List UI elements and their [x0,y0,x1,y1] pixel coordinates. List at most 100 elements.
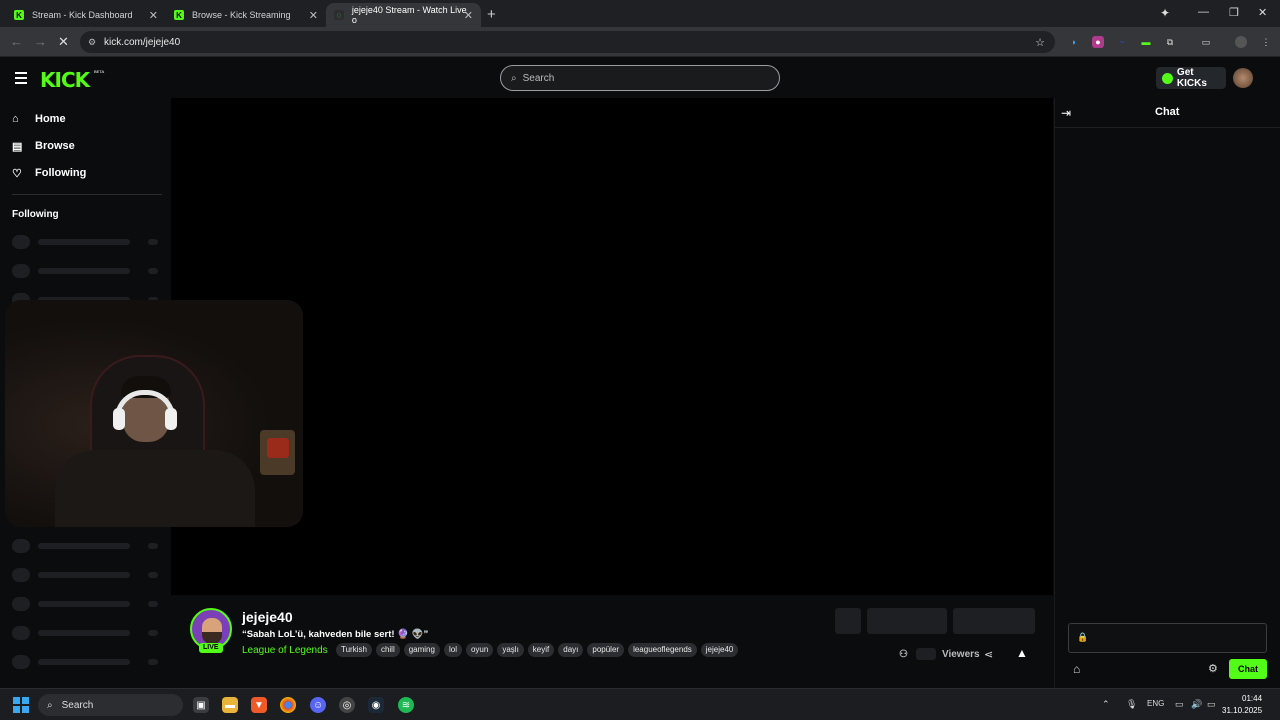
kick-logo[interactable]: KICK [40,68,90,92]
heart-icon: ♡ [12,167,22,180]
ai-sparkle-icon[interactable]: ✦ [1160,6,1170,20]
extension-blue-icon[interactable]: ◗ [1068,36,1080,48]
chat-message-input[interactable]: 🔒 [1068,623,1267,653]
tag[interactable]: lol [443,643,462,657]
language-indicator[interactable]: ENG [1147,699,1164,708]
chat-send-button[interactable]: Chat [1229,659,1267,679]
loading-skeleton-row [12,568,162,582]
bookmark-star-icon[interactable]: ☆ [1035,36,1045,49]
windows-taskbar: ⌕ Search ▣ ▬ ▼ ☺ ◎ ◉ ≋ ⌃ 🎙 ENG ▭ 🔊 ▭ 01:… [0,688,1280,720]
loading-button-placeholder [835,608,861,634]
tag[interactable]: yaşlı [497,643,524,657]
loading-skeleton-row [12,235,162,249]
viewers-icon: ⚇ [899,648,908,660]
tab-close-icon[interactable]: ✕ [149,9,158,22]
stop-loading-icon[interactable]: ✕ [58,34,69,50]
tab-kick-dashboard[interactable]: K Stream - Kick Dashboard ✕ [6,3,166,27]
extension-green-icon[interactable]: ▬ [1140,36,1152,48]
forward-icon[interactable]: → [34,34,47,49]
sidebar-item-home[interactable]: ⌂ Home [12,109,66,129]
tab-label: jejeje40 Stream - Watch Live o [351,5,467,25]
url-text: kick.com/jejeje40 [104,36,181,48]
tab-label: Stream - Kick Dashboard [32,10,133,20]
loading-skeleton-row [12,655,162,669]
spotify-icon[interactable]: ≋ [398,697,414,713]
beta-label: BETA [94,69,105,74]
get-kicks-button[interactable]: Get KICKs [1156,67,1226,89]
sidebar-item-label: Following [35,167,87,179]
tag[interactable]: chill [375,643,400,657]
volume-icon[interactable]: 🔊 [1191,699,1202,710]
browser-menu-icon[interactable]: ⋮ [1260,36,1272,48]
user-avatar[interactable] [1233,68,1253,88]
search-input[interactable]: ⌕ Search [500,65,780,91]
store-icon[interactable]: ⌂ [1073,662,1080,676]
tab-close-icon[interactable]: ✕ [464,9,473,22]
stream-title: “Sabah LoL’ü, kahveden bile sert! 🔮 👽” [242,629,429,640]
taskbar-clock[interactable]: 01:44 31.10.2025 [1222,693,1262,717]
brave-browser-icon[interactable]: ▼ [251,697,267,713]
channel-name[interactable]: jejeje40 [242,609,293,625]
following-section-title: Following [12,209,59,220]
obs-icon[interactable]: ◎ [339,697,355,713]
report-warning-icon[interactable]: ▲ [1016,646,1028,660]
sidebar-item-following[interactable]: ♡ Following [12,163,86,183]
tab-browse[interactable]: K Browse - Kick Streaming ✕ [166,3,326,27]
chat-settings-gear-icon[interactable]: ⚙ [1208,662,1218,675]
extension-dark-blue-icon[interactable]: ~ [1116,36,1128,48]
task-view-icon[interactable]: ▣ [193,697,209,713]
tag[interactable]: Turkish [336,643,372,657]
stream-category-link[interactable]: League of Legends [242,645,328,656]
tab-label: Browse - Kick Streaming [192,10,291,20]
tag[interactable]: dayı [558,643,584,657]
menu-hamburger-icon[interactable] [15,72,27,87]
battery-icon[interactable]: ▭ [1207,699,1216,710]
sidebar-item-browse[interactable]: ▤ Browse [12,136,75,156]
network-icon[interactable]: ▭ [1175,699,1184,710]
extension-pink-icon[interactable]: ● [1092,36,1104,48]
tab-jejeje40-stream[interactable]: ◌ jejeje40 Stream - Watch Live o ✕ [326,3,481,27]
discord-icon[interactable]: ☺ [310,697,326,713]
back-icon[interactable]: ← [10,34,23,49]
sidebar-item-label: Home [35,113,66,125]
microphone-icon[interactable]: 🎙 [1126,699,1137,710]
search-placeholder: Search [522,72,555,84]
profile-avatar-icon[interactable] [1235,36,1247,48]
channel-info: LIVE jejeje40 “Sabah LoL’ü, kahveden bil… [171,600,1053,688]
video-player[interactable] [171,98,1053,595]
chrome-icon[interactable] [280,697,296,713]
extensions-puzzle-icon[interactable]: ⧉ [1164,36,1176,48]
tag[interactable]: keyif [527,643,555,657]
tag[interactable]: oyun [465,643,494,657]
sidepanel-icon[interactable]: ▭ [1200,36,1212,48]
chat-title: Chat [1155,106,1180,118]
browse-icon: ▤ [12,140,23,153]
collapse-chat-icon[interactable]: ⇥ [1061,106,1071,120]
file-explorer-icon[interactable]: ▬ [222,697,238,713]
tag[interactable]: leagueoflegends [628,643,697,657]
loading-skeleton-row [12,597,162,611]
chat-header: ⇥ Chat [1055,98,1280,128]
site-info-icon[interactable]: ⚙ [88,37,96,48]
new-tab-icon[interactable]: + [487,6,496,23]
maximize-icon[interactable]: ❐ [1229,6,1239,19]
tag[interactable]: popüler [587,643,625,657]
url-input[interactable]: ⚙ kick.com/jejeje40 ☆ [80,31,1055,53]
get-kicks-label: Get KICKs [1176,67,1207,89]
search-icon: ⌕ [511,72,517,84]
sidebar-divider [12,194,162,195]
kick-favicon-icon: K [14,10,24,20]
steam-icon[interactable]: ◉ [368,697,384,713]
taskbar-search[interactable]: ⌕ Search [38,694,183,716]
tray-overflow-icon[interactable]: ⌃ [1102,699,1110,710]
minimize-icon[interactable]: — [1198,6,1209,18]
tag[interactable]: jejeje40 [700,643,739,657]
kick-favicon-icon: K [174,10,184,20]
tag[interactable]: gaming [403,643,440,657]
close-window-icon[interactable]: ✕ [1258,6,1267,19]
windows-start-icon[interactable] [13,697,29,713]
share-icon[interactable]: ⋖ [984,648,993,661]
webcam-overlay [5,300,303,527]
tab-close-icon[interactable]: ✕ [309,9,318,22]
viewer-count-placeholder [915,648,936,660]
